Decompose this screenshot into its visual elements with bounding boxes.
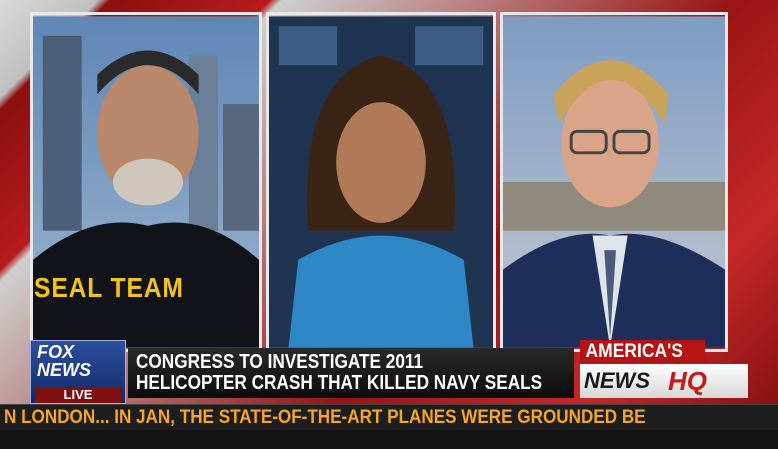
news-ticker: N LONDON... IN JAN, THE STATE-OF-THE-ART… <box>0 404 778 431</box>
brand-hq-text: HQ <box>668 366 707 396</box>
brand-bottom: NEWS HQ <box>580 364 748 398</box>
anchor-video <box>266 12 496 352</box>
headline-box: CONGRESS TO INVESTIGATE 2011 HELICOPTER … <box>128 348 574 398</box>
shirt-text: SEAL TEAM <box>34 272 184 303</box>
guest-right-video <box>500 12 728 352</box>
fox-news-logo: FOX NEWS LIVE <box>30 340 126 404</box>
bottom-strip <box>0 430 778 449</box>
headline-line1: CONGRESS TO INVESTIGATE 2011 <box>136 351 424 373</box>
ticker-text: N LONDON... IN JAN, THE STATE-OF-THE-ART… <box>4 407 646 428</box>
brand-top-text: AMERICA'S <box>580 340 706 364</box>
americas-news-hq-logo: AMERICA'S NEWS HQ <box>580 340 750 404</box>
guest-right-image <box>503 16 725 348</box>
live-badge: LIVE <box>35 387 121 403</box>
headline-text: CONGRESS TO INVESTIGATE 2011 HELICOPTER … <box>136 352 542 394</box>
logo-line2: NEWS <box>37 360 91 380</box>
anchor-image <box>269 16 493 348</box>
lower-third: FOX NEWS LIVE CONGRESS TO INVESTIGATE 20… <box>28 340 778 404</box>
headline-line2: HELICOPTER CRASH THAT KILLED NAVY SEALS <box>136 372 543 394</box>
logo-text: FOX NEWS <box>37 343 91 379</box>
logo-line1: FOX <box>37 342 75 362</box>
brand-news-text: NEWS <box>584 368 650 393</box>
